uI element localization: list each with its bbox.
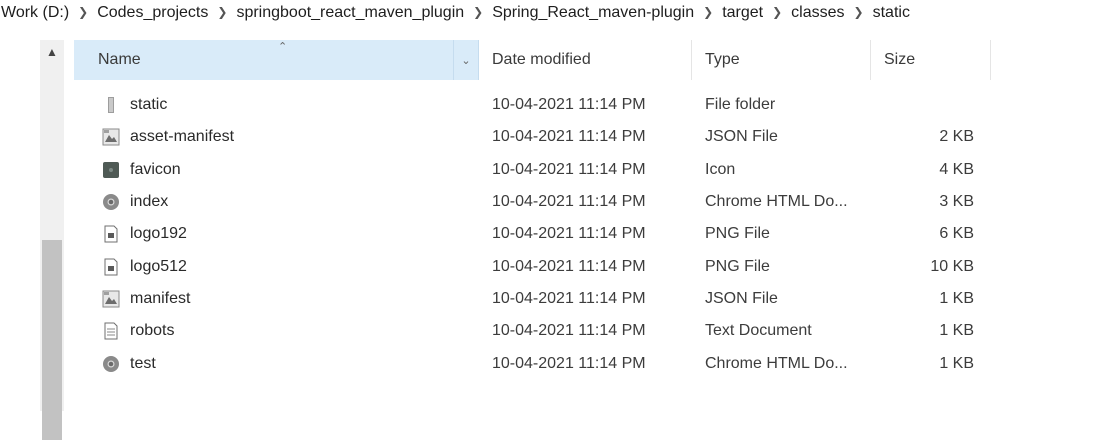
file-row[interactable]: static 10-04-2021 11:14 PM File folder xyxy=(74,89,994,121)
chrome-html-icon xyxy=(102,355,120,373)
breadcrumb-item-spring-react-maven[interactable]: Spring_React_maven-plugin xyxy=(491,4,695,22)
file-row[interactable]: index 10-04-2021 11:14 PM Chrome HTML Do… xyxy=(74,186,994,218)
file-type: PNG File xyxy=(705,225,770,243)
file-name: static xyxy=(130,96,168,114)
column-header-size[interactable]: Size xyxy=(871,40,991,80)
file-size: 3 KB xyxy=(939,193,974,211)
file-row[interactable]: logo512 10-04-2021 11:14 PM PNG File 10 … xyxy=(74,250,994,282)
file-date: 10-04-2021 11:14 PM xyxy=(492,128,646,146)
file-date: 10-04-2021 11:14 PM xyxy=(492,193,646,211)
breadcrumb-item-classes[interactable]: classes xyxy=(790,4,845,22)
chevron-right-icon[interactable]: ❯ xyxy=(217,5,227,19)
file-row[interactable]: asset-manifest 10-04-2021 11:14 PM JSON … xyxy=(74,121,994,153)
file-size: 1 KB xyxy=(939,354,974,372)
png-file-icon xyxy=(102,258,120,276)
file-name: test xyxy=(130,354,156,372)
ico-file-icon xyxy=(102,161,120,179)
png-file-icon xyxy=(102,225,120,243)
file-type: File folder xyxy=(705,96,776,114)
file-row[interactable]: test 10-04-2021 11:14 PM Chrome HTML Do.… xyxy=(74,347,994,379)
text-file-icon xyxy=(102,322,120,340)
folder-icon xyxy=(102,96,120,114)
file-type: JSON File xyxy=(705,289,778,307)
chevron-right-icon[interactable]: ❯ xyxy=(854,5,864,19)
chevron-down-icon[interactable]: ⌄ xyxy=(453,40,478,80)
json-file-icon xyxy=(102,128,120,146)
scroll-up-arrow-icon[interactable]: ▲ xyxy=(40,40,64,64)
file-type: Text Document xyxy=(705,322,812,340)
column-header-date-label: Date modified xyxy=(492,51,591,68)
file-row[interactable]: favicon 10-04-2021 11:14 PM Icon 4 KB xyxy=(74,154,994,186)
scrollbar-thumb[interactable] xyxy=(42,240,62,440)
file-type: Icon xyxy=(705,160,736,178)
file-type: Chrome HTML Do... xyxy=(705,193,848,211)
column-header-name-label: Name xyxy=(98,51,141,68)
chevron-right-icon[interactable]: ❯ xyxy=(772,5,782,19)
column-header-date[interactable]: Date modified xyxy=(479,40,692,80)
file-name: asset-manifest xyxy=(130,128,235,146)
file-list: static 10-04-2021 11:14 PM File folder a… xyxy=(74,89,994,380)
column-header-row: ⌃ Name ⌄ Date modified Type Size xyxy=(74,40,994,80)
file-date: 10-04-2021 11:14 PM xyxy=(492,96,646,114)
sort-ascending-icon: ⌃ xyxy=(278,41,288,53)
json-file-icon xyxy=(102,290,120,308)
file-size: 1 KB xyxy=(939,322,974,340)
column-header-size-label: Size xyxy=(884,51,916,68)
column-header-name[interactable]: ⌃ Name ⌄ xyxy=(74,40,479,80)
file-name: robots xyxy=(130,322,175,340)
breadcrumb-item-springboot-react[interactable]: springboot_react_maven_plugin xyxy=(235,4,465,22)
breadcrumb-item-codes-projects[interactable]: Codes_projects xyxy=(96,4,209,22)
breadcrumb-item-static[interactable]: static xyxy=(872,4,911,22)
chrome-html-icon xyxy=(102,193,120,211)
file-type: PNG File xyxy=(705,257,770,275)
file-size: 4 KB xyxy=(939,160,974,178)
breadcrumb-item-drive[interactable]: Work (D:) xyxy=(0,4,70,22)
file-date: 10-04-2021 11:14 PM xyxy=(492,289,646,307)
file-type: JSON File xyxy=(705,128,778,146)
file-type: Chrome HTML Do... xyxy=(705,354,848,372)
file-size: 6 KB xyxy=(939,225,974,243)
file-name: favicon xyxy=(130,160,181,178)
chevron-right-icon[interactable]: ❯ xyxy=(473,5,483,19)
file-row[interactable]: robots 10-04-2021 11:14 PM Text Document… xyxy=(74,315,994,347)
breadcrumb-item-target[interactable]: target xyxy=(721,4,764,22)
file-size: 2 KB xyxy=(939,128,974,146)
file-name: index xyxy=(130,193,169,211)
file-date: 10-04-2021 11:14 PM xyxy=(492,354,646,372)
file-name: logo512 xyxy=(130,257,187,275)
file-date: 10-04-2021 11:14 PM xyxy=(492,225,646,243)
file-date: 10-04-2021 11:14 PM xyxy=(492,257,646,275)
file-size: 1 KB xyxy=(939,289,974,307)
file-name: manifest xyxy=(130,289,191,307)
file-name: logo192 xyxy=(130,225,187,243)
chevron-right-icon[interactable]: ❯ xyxy=(78,5,88,19)
column-header-type-label: Type xyxy=(705,51,740,68)
file-row[interactable]: manifest 10-04-2021 11:14 PM JSON File 1… xyxy=(74,283,994,315)
column-header-type[interactable]: Type xyxy=(692,40,871,80)
vertical-scrollbar[interactable]: ▲ xyxy=(40,40,64,440)
file-date: 10-04-2021 11:14 PM xyxy=(492,322,646,340)
file-date: 10-04-2021 11:14 PM xyxy=(492,160,646,178)
breadcrumb: Work (D:) ❯ Codes_projects ❯ springboot_… xyxy=(0,0,1093,26)
file-row[interactable]: logo192 10-04-2021 11:14 PM PNG File 6 K… xyxy=(74,218,994,250)
file-size: 10 KB xyxy=(930,257,974,275)
chevron-right-icon[interactable]: ❯ xyxy=(703,5,713,19)
